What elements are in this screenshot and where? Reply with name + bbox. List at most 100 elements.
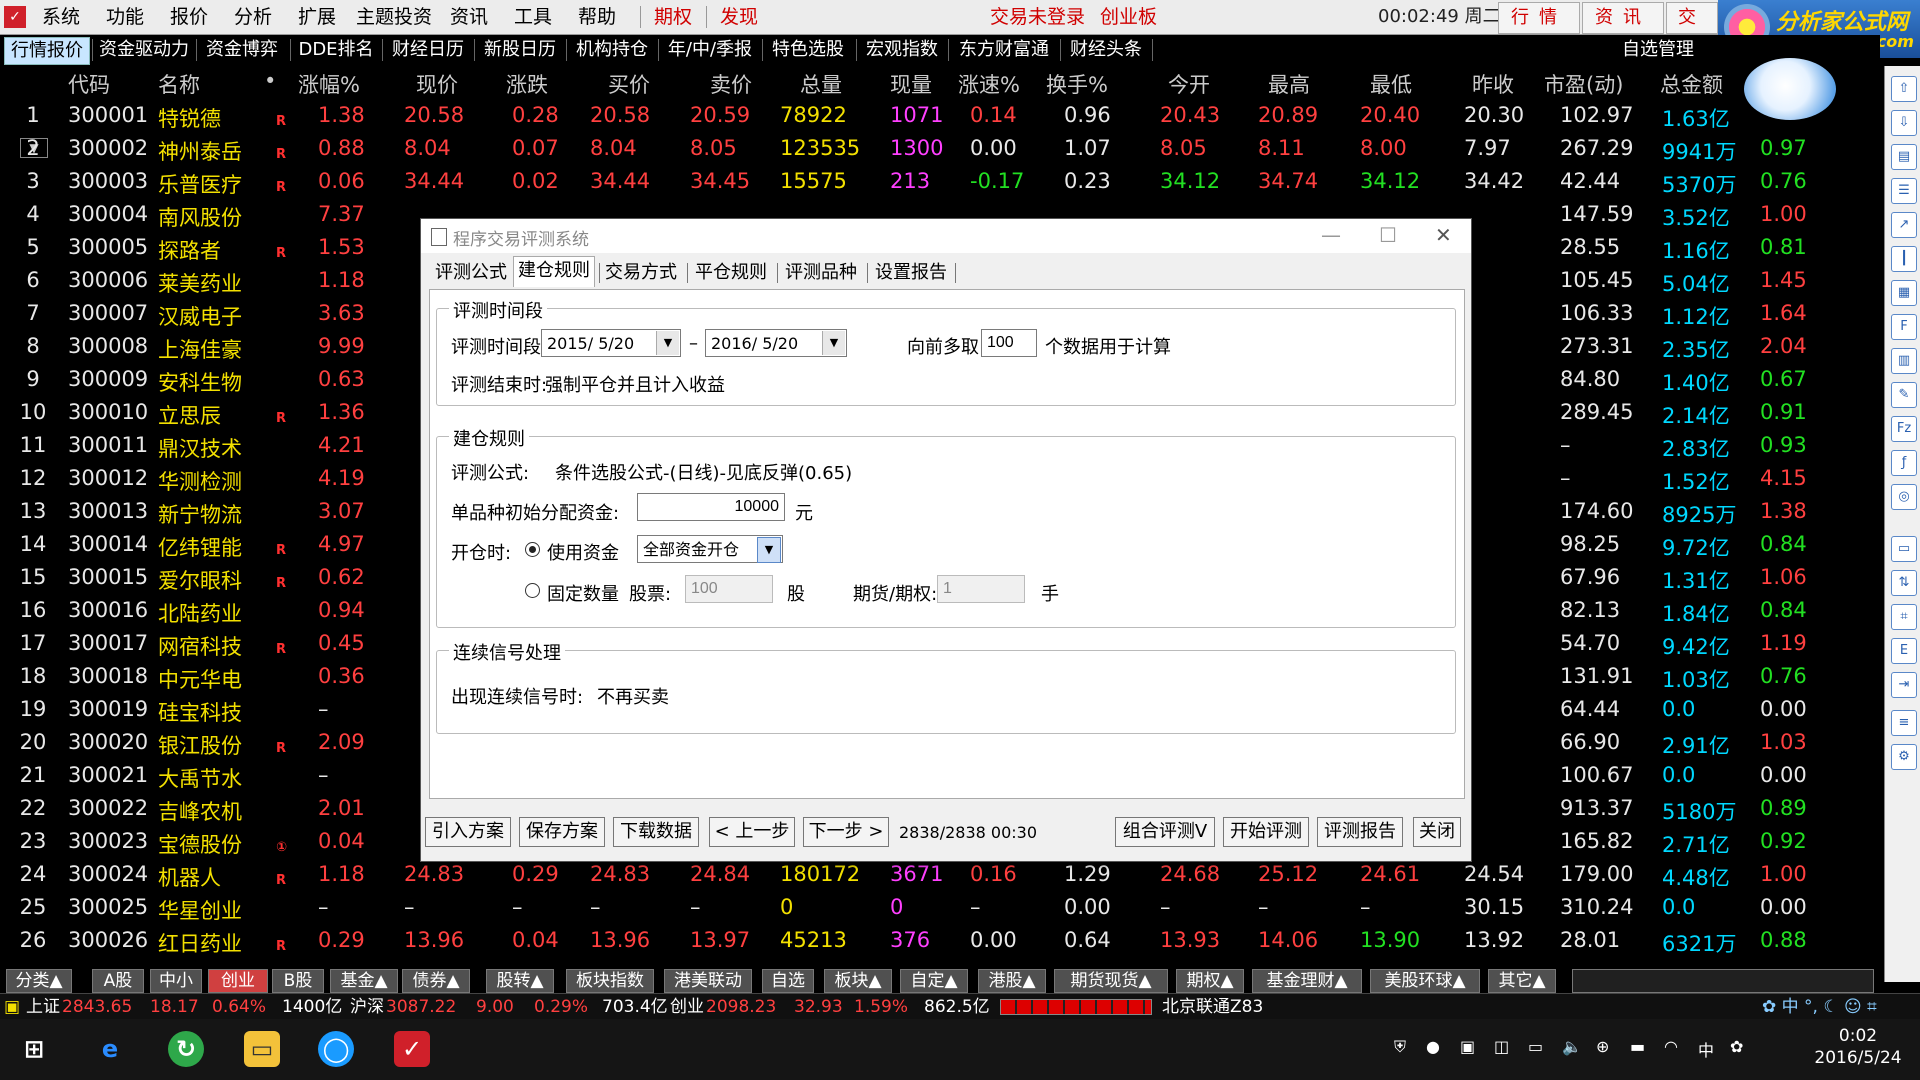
quote-button[interactable]: 行情	[1498, 2, 1580, 34]
notes-icon[interactable]: ✎	[1891, 382, 1917, 408]
file-explorer-icon[interactable]: ▭	[244, 1031, 280, 1067]
horizontal-scrollbar[interactable]	[1572, 969, 1874, 993]
function-icon[interactable]: ƒ	[1891, 450, 1917, 476]
col-change-pct[interactable]: 涨幅%	[298, 69, 360, 99]
display-icon[interactable]: ▭	[1528, 1037, 1543, 1056]
menu-system[interactable]: 系统	[42, 4, 80, 30]
col-bid[interactable]: 买价	[608, 69, 650, 99]
cat-futures[interactable]: 期货现货▲	[1054, 969, 1168, 993]
col-low[interactable]: 最低	[1370, 69, 1412, 99]
tab-headlines[interactable]: 财经头条	[1064, 37, 1148, 63]
tab-formula[interactable]: 评测公式	[431, 259, 511, 287]
scroll-down-icon[interactable]: ⇩	[1891, 110, 1917, 136]
cat-classify[interactable]: 分类▲	[6, 969, 72, 993]
menu-function[interactable]: 功能	[106, 4, 144, 30]
prefetch-input[interactable]	[981, 329, 1037, 357]
news-button[interactable]: 资讯	[1582, 2, 1664, 34]
menu-options[interactable]: 期权	[654, 4, 692, 30]
line-chart-icon[interactable]: ↗	[1891, 212, 1917, 238]
cat-fund[interactable]: 基金▲	[330, 969, 398, 993]
table-icon[interactable]: ▦	[1891, 280, 1917, 306]
cat-chinext[interactable]: 创业	[208, 969, 268, 993]
cat-us-global[interactable]: 美股环球▲	[1370, 969, 1480, 993]
tab-eastmoney[interactable]: 东方财富通	[952, 37, 1056, 63]
use-fund-radio[interactable]	[525, 542, 540, 557]
next-step-button[interactable]: 下一步 >	[803, 817, 889, 847]
cat-hk-us-linked[interactable]: 港美联动	[664, 969, 752, 993]
search-app-icon[interactable]: ◯	[318, 1031, 354, 1067]
tab-watchlist-manage[interactable]: 自选管理	[1616, 37, 1700, 63]
table-row[interactable]: 3 300003 乐普医疗 R 0.06 34.44 0.02 34.44 34.45 15575…	[0, 166, 1880, 199]
prev-step-button[interactable]: < 上一步	[709, 817, 795, 847]
cat-sme[interactable]: 中小	[150, 969, 202, 993]
tab-reports[interactable]: 年/中/季报	[662, 37, 758, 63]
cat-options[interactable]: 期权▲	[1176, 969, 1244, 993]
cat-hk[interactable]: 港股▲	[978, 969, 1046, 993]
tab-close-rules[interactable]: 平仓规则	[691, 259, 771, 287]
settings-gear-icon[interactable]: ⚙	[1891, 744, 1917, 770]
cat-sector[interactable]: 板块▲	[824, 969, 892, 993]
tab-quotes[interactable]: 行情报价	[4, 37, 90, 65]
menu-tools[interactable]: 工具	[514, 4, 552, 30]
chevron-down-icon[interactable]: ▼	[822, 331, 845, 355]
bluetooth-icon[interactable]: ▣	[1460, 1037, 1475, 1056]
etf-icon[interactable]: E	[1891, 638, 1917, 664]
system-clock[interactable]: 0:02 2016/5/24	[1808, 1025, 1908, 1069]
close-button[interactable]: 关闭	[1413, 817, 1461, 847]
menu-analysis[interactable]: 分析	[234, 4, 272, 30]
col-volume[interactable]: 总量	[800, 69, 842, 99]
refresh-app-icon[interactable]: ↻	[168, 1031, 204, 1067]
col-code[interactable]: 代码	[68, 69, 110, 99]
combo-test-button[interactable]: 组合评测V	[1115, 817, 1215, 847]
ime-indicator[interactable]: 中	[1698, 1037, 1714, 1061]
tab-ipo-calendar[interactable]: 新股日历	[478, 37, 562, 63]
cat-selected[interactable]: 自选	[762, 969, 814, 993]
menu-help[interactable]: 帮助	[578, 4, 616, 30]
cy-label[interactable]: 创业	[670, 997, 704, 1017]
cat-bond[interactable]: 债券▲	[402, 969, 470, 993]
tab-fin-calendar[interactable]: 财经日历	[386, 37, 470, 63]
cat-sector-index[interactable]: 板块指数	[566, 969, 654, 993]
col-turnover[interactable]: 换手%	[1046, 69, 1108, 99]
cat-a-share[interactable]: A股	[92, 969, 144, 993]
col-ask[interactable]: 卖价	[710, 69, 752, 99]
stock-app-icon[interactable]: ✓	[394, 1031, 430, 1067]
sort-icon[interactable]: ⇅	[1891, 570, 1917, 596]
hs-label[interactable]: 沪深	[350, 997, 384, 1017]
360-icon[interactable]: ⊕	[1596, 1037, 1609, 1056]
edge-browser-icon[interactable]: e	[92, 1031, 128, 1067]
dialog-titlebar[interactable]: 程序交易评测系统 — ☐ ✕	[421, 219, 1471, 253]
cat-transfer[interactable]: 股转▲	[486, 969, 554, 993]
cat-other[interactable]: 其它▲	[1488, 969, 1556, 993]
col-cur-volume[interactable]: 现量	[890, 69, 932, 99]
maximize-icon[interactable]: ☐	[1379, 223, 1397, 247]
col-speed[interactable]: 涨速%	[958, 69, 1020, 99]
tab-dde-rank[interactable]: DDE排名	[294, 37, 378, 63]
list-icon[interactable]: ☰	[1891, 178, 1917, 204]
test-report-button[interactable]: 评测报告	[1317, 817, 1403, 847]
wifi-icon[interactable]: ◠	[1664, 1037, 1678, 1056]
tab-fund-game[interactable]: 资金博弈	[200, 37, 284, 63]
col-amount[interactable]: 总金额	[1660, 69, 1723, 99]
network-server[interactable]: 北京联通Z83	[1162, 997, 1263, 1017]
chevron-down-icon[interactable]: ▼	[656, 331, 679, 355]
tab-institution[interactable]: 机构持仓	[570, 37, 654, 63]
table-row[interactable]: 1 300001 特锐德 R 1.38 20.58 0.28 20.58 20.59 78922 1…	[0, 100, 1880, 133]
tab-fund-drive[interactable]: 资金驱动力	[96, 37, 192, 63]
fund-mode-select[interactable]: 全部资金开仓 ▼	[637, 535, 783, 563]
col-diff[interactable]: 涨跌	[506, 69, 548, 99]
document-icon[interactable]: ▥	[1891, 348, 1917, 374]
stock-qty-input[interactable]	[685, 575, 773, 603]
col-name[interactable]: 名称	[158, 69, 200, 99]
end-date-picker[interactable]: 2016/ 5/20 ▼	[705, 329, 847, 357]
cat-wealth[interactable]: 基金理财▲	[1252, 969, 1362, 993]
windows-start-icon[interactable]: ⊞	[16, 1031, 52, 1067]
tab-stock-picker[interactable]: 特色选股	[766, 37, 850, 63]
tab-instruments[interactable]: 评测品种	[781, 259, 861, 287]
security-shield-icon[interactable]: ⛨	[1394, 1037, 1406, 1057]
chevron-down-icon[interactable]: ▼	[757, 537, 781, 563]
col-pe[interactable]: 市盈(动)	[1544, 69, 1623, 99]
stack-icon[interactable]: ≡	[1891, 710, 1917, 736]
start-test-button[interactable]: 开始评测	[1223, 817, 1309, 847]
download-data-button[interactable]: 下载数据	[613, 817, 699, 847]
